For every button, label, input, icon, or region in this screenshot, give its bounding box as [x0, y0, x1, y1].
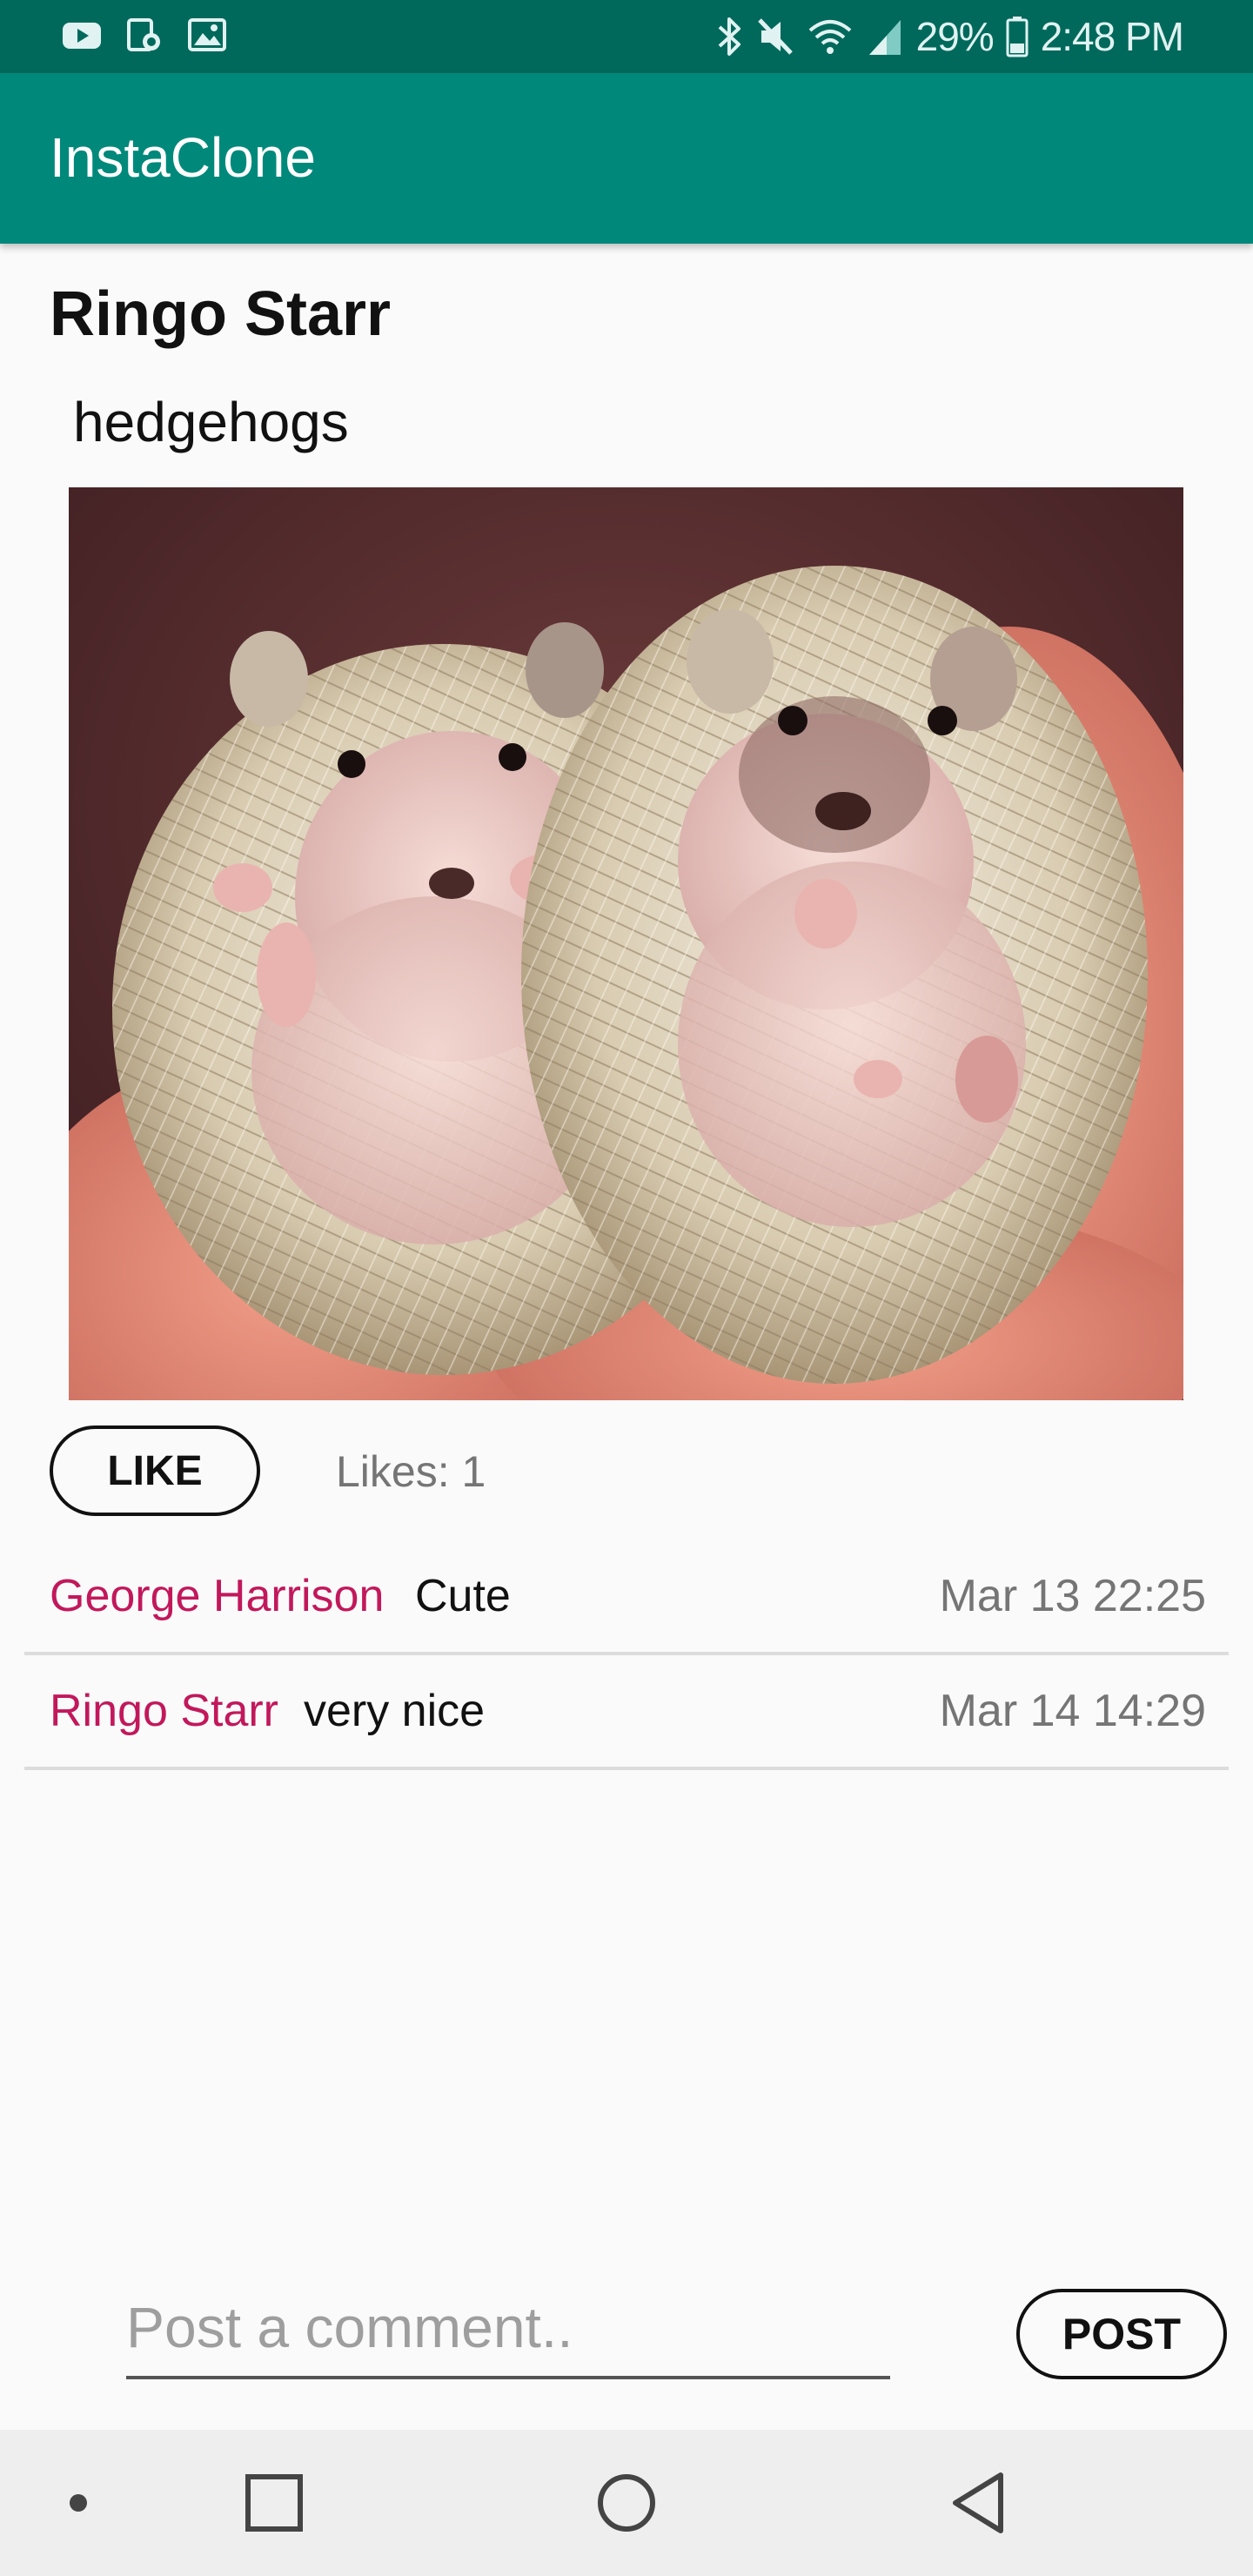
bluetooth-icon: [718, 17, 740, 56]
comment-input[interactable]: [126, 2284, 890, 2379]
comment-username[interactable]: George Harrison: [50, 1570, 384, 1622]
overview-square-icon[interactable]: [218, 2430, 331, 2576]
comment-text: very nice: [304, 1686, 486, 1736]
wifi-icon: [808, 20, 851, 54]
hedgehog-photo: [69, 487, 1183, 1400]
navigation-bar: [0, 2430, 1253, 2576]
youtube-icon: [63, 23, 101, 49]
app-bar: InstaClone: [0, 73, 1253, 244]
status-bar: 29% 2:48 PM: [0, 0, 1253, 73]
likes-count: Likes: 1: [336, 1447, 486, 1496]
mute-icon: [757, 18, 793, 55]
like-button[interactable]: LIKE: [50, 1426, 260, 1516]
post-image: [69, 487, 1183, 1400]
system-status: 29% 2:48 PM: [714, 10, 1184, 63]
post-comment-button[interactable]: POST: [1016, 2289, 1227, 2379]
comment-timestamp: Mar 13 22:25: [939, 1571, 1206, 1621]
comment-username[interactable]: Ringo Starr: [50, 1685, 278, 1737]
gallery-icon: [188, 18, 226, 51]
cell-signal-icon: [868, 20, 901, 55]
back-triangle-icon[interactable]: [922, 2430, 1035, 2576]
battery-icon: [1006, 17, 1029, 57]
home-circle-icon[interactable]: [567, 2430, 686, 2576]
post-author: Ringo Starr: [50, 279, 392, 349]
post-caption: hedgehogs: [73, 391, 349, 453]
comment-row: Ringo Starr very nice Mar 14 14:29: [24, 1655, 1229, 1770]
screen-recorder-icon: [127, 18, 160, 51]
comment-row: George Harrison Cute Mar 13 22:25: [24, 1540, 1229, 1655]
notification-icons: [61, 17, 228, 52]
battery-percentage: 29%: [915, 14, 995, 59]
recents-dot-icon[interactable]: [35, 2430, 122, 2576]
app-title: InstaClone: [50, 126, 316, 189]
comment-timestamp: Mar 14 14:29: [939, 1686, 1206, 1736]
comment-text: Cute: [415, 1571, 511, 1621]
clock: 2:48 PM: [1040, 14, 1184, 59]
